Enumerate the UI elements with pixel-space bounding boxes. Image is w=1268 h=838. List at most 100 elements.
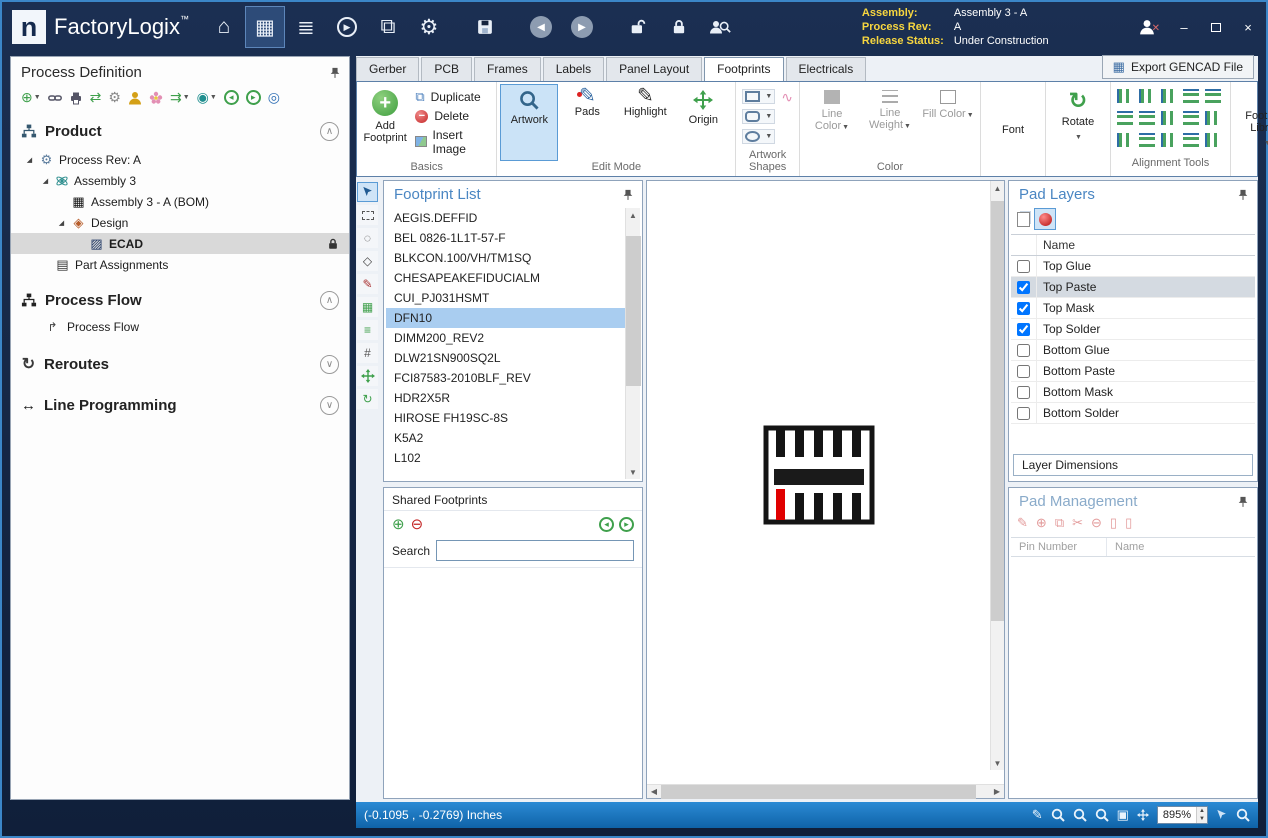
scroll-down-icon[interactable]: ▼ bbox=[626, 465, 641, 479]
layer-dimensions-expander[interactable]: Layer Dimensions bbox=[1013, 454, 1253, 476]
layers-page-icon[interactable] bbox=[1017, 212, 1030, 227]
export-gencad-button[interactable]: ▦ Export GENCAD File bbox=[1102, 55, 1254, 79]
pin-icon[interactable] bbox=[622, 188, 634, 202]
zoom-fit-icon[interactable]: ▣ bbox=[1117, 807, 1129, 823]
search-input[interactable] bbox=[436, 540, 634, 561]
footprint-item[interactable]: DLW21SN900SQ2L bbox=[386, 348, 625, 368]
close-button[interactable]: × bbox=[1240, 20, 1256, 35]
pin-icon[interactable] bbox=[1237, 495, 1249, 509]
home-icon[interactable]: ⌂ bbox=[205, 7, 243, 47]
process-stack-icon[interactable]: ≣ bbox=[287, 7, 325, 47]
canvas-vertical-scrollbar[interactable]: ▲ ▼ bbox=[990, 181, 1004, 770]
footprint-canvas[interactable]: ▲ ▼ bbox=[647, 181, 1004, 784]
footprint-item[interactable]: CUI_PJ031HSMT bbox=[386, 288, 625, 308]
link-icon[interactable] bbox=[48, 91, 62, 105]
move-tool[interactable] bbox=[357, 366, 378, 386]
center-horizontally-icon[interactable] bbox=[1139, 133, 1155, 147]
layer-checkbox[interactable] bbox=[1017, 260, 1030, 273]
footprint-library-button[interactable]: Footprint Library ▼ bbox=[1235, 85, 1268, 172]
layers-sphere-icon[interactable] bbox=[1034, 208, 1056, 230]
delete-button[interactable]: −Delete bbox=[415, 109, 488, 123]
publish-dropdown-icon[interactable]: ◉▼ bbox=[197, 89, 217, 106]
zoom-level-value[interactable]: 895% bbox=[1158, 807, 1196, 823]
layer-checkbox[interactable] bbox=[1017, 323, 1030, 336]
zoom-step-up-icon[interactable]: ▲ bbox=[1197, 807, 1207, 815]
tab-gerber[interactable]: Gerber bbox=[356, 57, 419, 81]
pin-icon[interactable] bbox=[329, 66, 341, 80]
rotate-dropdown-icon[interactable]: ▼ bbox=[1075, 132, 1082, 144]
back-icon[interactable]: ◀ bbox=[522, 7, 560, 47]
tree-item-process-rev[interactable]: ◢ ⚙ Process Rev: A bbox=[11, 149, 349, 170]
distribute-horizontal-icon[interactable] bbox=[1183, 133, 1199, 147]
copy-pad-icon[interactable]: ⧉ bbox=[1055, 515, 1064, 531]
zoom-out-icon[interactable] bbox=[1095, 808, 1109, 822]
section-process-flow[interactable]: Process Flow ∧ bbox=[11, 285, 349, 316]
highlight-mode-button[interactable]: ✎ Highlight bbox=[617, 85, 673, 160]
make-same-width-icon[interactable] bbox=[1161, 111, 1177, 125]
print-icon[interactable] bbox=[69, 91, 83, 105]
zoom-window-icon[interactable] bbox=[1051, 808, 1065, 822]
collapse-down-icon[interactable]: ∨ bbox=[320, 355, 339, 374]
origin-mode-button[interactable]: Origin bbox=[675, 85, 731, 160]
insert-image-button[interactable]: Insert Image bbox=[415, 128, 488, 156]
fill-color-button[interactable]: Fill Color▼ bbox=[920, 85, 976, 160]
tab-pcb[interactable]: PCB bbox=[421, 57, 472, 81]
layer-checkbox[interactable] bbox=[1017, 386, 1030, 399]
ellipse-shape-button[interactable]: ▼ bbox=[742, 129, 775, 144]
history-back-icon[interactable]: ◂ bbox=[224, 90, 239, 105]
align-middles-icon[interactable] bbox=[1117, 111, 1133, 125]
save-icon[interactable] bbox=[466, 7, 504, 47]
lock-icon[interactable] bbox=[660, 7, 698, 47]
process-flow-item[interactable]: ↱ Process Flow bbox=[11, 316, 349, 338]
distribute-vertical-icon[interactable] bbox=[1205, 133, 1221, 147]
tab-footprints[interactable]: Footprints bbox=[704, 57, 783, 81]
make-same-size-icon[interactable] bbox=[1117, 133, 1133, 147]
grid-size-tool[interactable]: # bbox=[357, 343, 378, 363]
record-icon[interactable]: ◎ bbox=[268, 89, 280, 106]
footprint-item[interactable]: DIMM200_REV2 bbox=[386, 328, 625, 348]
add-footprint-button[interactable]: + Add Footprint bbox=[361, 85, 409, 160]
canvas-horizontal-scrollbar[interactable]: ◀ ▶ bbox=[647, 784, 1004, 798]
transfer-icon[interactable]: ⇄ bbox=[90, 89, 102, 106]
center-vertically-icon[interactable] bbox=[1161, 133, 1177, 147]
zoom-in-icon[interactable] bbox=[1073, 808, 1087, 822]
footprint-item[interactable]: BLKCON.100/VH/TM1SQ bbox=[386, 248, 625, 268]
scroll-thumb[interactable] bbox=[661, 785, 976, 799]
unlock-icon[interactable] bbox=[619, 7, 657, 47]
pointer-mode-icon[interactable] bbox=[1216, 809, 1228, 821]
make-same-height-icon[interactable] bbox=[1183, 111, 1199, 125]
tree-item-part-assignments[interactable]: ▤ Part Assignments bbox=[11, 254, 349, 275]
layer-row[interactable]: Bottom Paste bbox=[1011, 361, 1255, 382]
footprint-item[interactable]: BEL 0826-1L1T-57-F bbox=[386, 228, 625, 248]
renumber-pads-icon[interactable]: ✎ bbox=[1017, 515, 1028, 531]
delete-all-pads-icon[interactable]: ▯ bbox=[1125, 515, 1132, 531]
edit-pad-icon[interactable]: ✂ bbox=[1072, 515, 1083, 531]
layer-checkbox[interactable] bbox=[1017, 407, 1030, 420]
expander-icon[interactable]: ◢ bbox=[25, 156, 34, 164]
history-forward-icon[interactable]: ▸ bbox=[246, 90, 261, 105]
layer-row[interactable]: Bottom Glue bbox=[1011, 340, 1255, 361]
find-user-icon[interactable] bbox=[701, 7, 739, 47]
rounded-rectangle-shape-button[interactable]: ▼ bbox=[742, 109, 775, 124]
layer-checkbox[interactable] bbox=[1017, 302, 1030, 315]
brush-tool[interactable]: ✎ bbox=[357, 274, 378, 294]
tab-labels[interactable]: Labels bbox=[543, 57, 604, 81]
pads-mode-button[interactable]: ✎ Pads bbox=[559, 85, 615, 160]
collapse-up-icon[interactable]: ∧ bbox=[320, 291, 339, 310]
add-dropdown-icon[interactable]: ⊕▼ bbox=[21, 89, 41, 106]
shared-next-icon[interactable]: ▸ bbox=[619, 517, 634, 532]
layer-checkbox[interactable] bbox=[1017, 281, 1030, 294]
tools-icon[interactable]: ⚙ bbox=[108, 89, 121, 106]
layer-row[interactable]: Top Solder bbox=[1011, 319, 1255, 340]
tree-item-ecad[interactable]: ▨ ECAD bbox=[11, 233, 349, 254]
footprint-item[interactable]: AEGIS.DEFFID bbox=[386, 208, 625, 228]
collapse-up-icon[interactable]: ∧ bbox=[320, 122, 339, 141]
section-reroutes[interactable]: ↻ Reroutes ∨ bbox=[11, 348, 349, 380]
rotate-tool[interactable]: ↻ bbox=[357, 389, 378, 409]
documents-icon[interactable]: ⧉ bbox=[369, 7, 407, 47]
grid-tool[interactable]: ▦ bbox=[357, 297, 378, 317]
expander-icon[interactable]: ◢ bbox=[41, 177, 50, 185]
line-weight-button[interactable]: Line Weight▼ bbox=[862, 85, 918, 160]
ecad-module-icon[interactable]: ▦ bbox=[246, 7, 284, 47]
freeform-shape-icon[interactable]: ∿ bbox=[781, 89, 793, 106]
